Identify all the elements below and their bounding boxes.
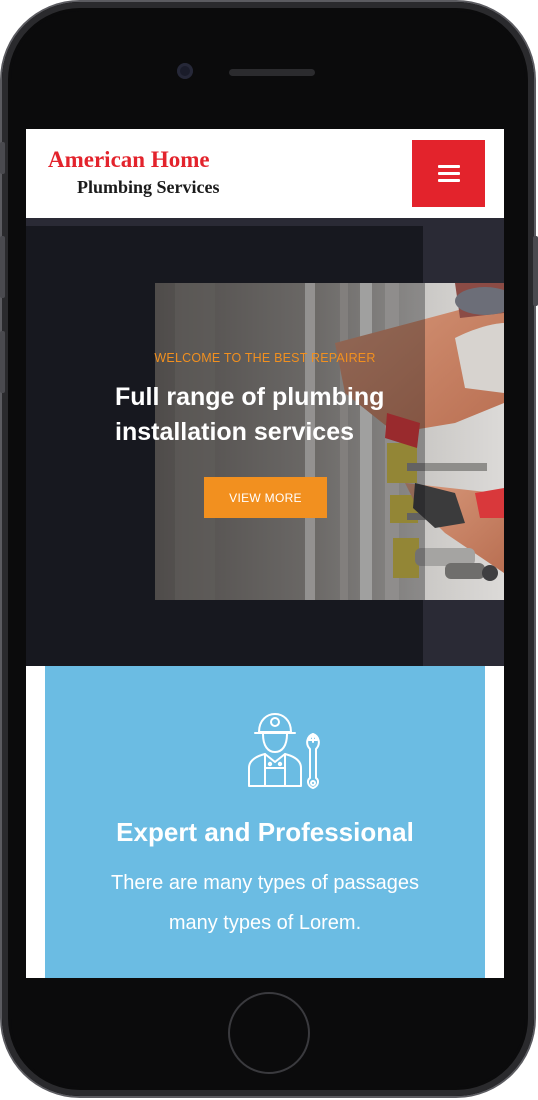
logo-title[interactable]: American Home <box>48 147 210 173</box>
hero-title: Full range of plumbing installation serv… <box>115 380 435 450</box>
site-header: American Home Plumbing Services <box>26 129 504 218</box>
earpiece-speaker <box>229 69 315 76</box>
feature-text-line1: There are many types of passages <box>111 872 419 894</box>
feature-description: There are many types of passages many ty… <box>85 863 445 943</box>
hero-section: WELCOME TO THE BEST REPAIRER Full range … <box>26 218 504 666</box>
hero-title-line1: Full range of plumbing <box>115 383 385 411</box>
feature-text-line2: many types of Lorem. <box>168 912 362 934</box>
view-more-button[interactable]: VIEW MORE <box>204 477 327 518</box>
mute-switch <box>0 142 5 174</box>
home-button[interactable] <box>228 992 310 1074</box>
logo-subtitle[interactable]: Plumbing Services <box>77 177 220 198</box>
power-button <box>533 236 538 306</box>
hero-subtitle: WELCOME TO THE BEST REPAIRER <box>154 351 376 365</box>
feature-title: Expert and Professional <box>116 817 414 847</box>
screen: American Home Plumbing Services WELCOME … <box>26 129 504 978</box>
feature-card: Expert and Professional There are many t… <box>45 666 485 978</box>
volume-down-button <box>0 331 5 393</box>
front-camera <box>177 63 193 79</box>
hero-title-line2: installation services <box>115 418 355 446</box>
plumber-with-wrench-icon <box>241 706 331 801</box>
hamburger-icon <box>437 164 460 183</box>
menu-toggle-button[interactable] <box>412 140 485 207</box>
volume-up-button <box>0 236 5 298</box>
